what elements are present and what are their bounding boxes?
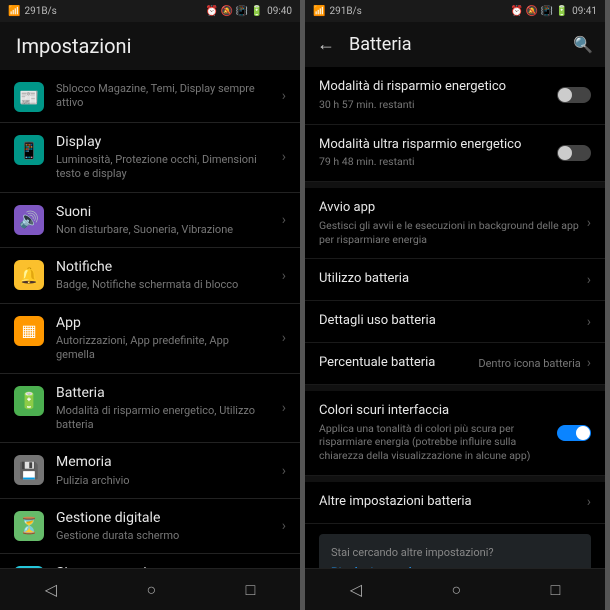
toggle-switch[interactable]	[557, 425, 591, 441]
row-title: Colori scuri interfaccia	[319, 403, 557, 420]
settings-item-battery[interactable]: 🔋 Batteria Modalità di risparmio energet…	[0, 374, 300, 444]
storage-icon: 💾	[14, 455, 44, 485]
page-title: Impostazioni	[16, 34, 284, 58]
settings-item-magazine[interactable]: 📰 Sblocco Magazine, Temi, Display sempre…	[0, 70, 300, 123]
item-subtitle: Sblocco Magazine, Temi, Display sempre a…	[56, 82, 270, 111]
chevron-right-icon: ›	[587, 215, 591, 231]
row-title: Utilizzo batteria	[319, 271, 587, 288]
status-icons: ⏰ 🔕 📳 🔋	[511, 6, 568, 17]
page-title: Batteria	[349, 34, 559, 55]
chevron-right-icon: ›	[282, 212, 286, 228]
settings-item-display[interactable]: 📱 Display Luminosità, Protezione occhi, …	[0, 123, 300, 193]
clock: 09:40	[267, 6, 292, 17]
row-title: Dettagli uso batteria	[319, 313, 587, 330]
header: ← Batteria 🔍	[305, 22, 605, 67]
status-icons: ⏰ 🔕 📳 🔋	[206, 6, 263, 17]
row-title: Altre impostazioni batteria	[319, 494, 587, 511]
nav-home[interactable]: ○	[451, 580, 461, 600]
battery-row[interactable]: Altre impostazioni batteria ›	[305, 482, 605, 524]
battery-row[interactable]: Percentuale batteria Dentro icona batter…	[305, 343, 605, 385]
item-title: Batteria	[56, 384, 270, 402]
item-title: Suoni	[56, 203, 270, 221]
settings-list[interactable]: 📰 Sblocco Magazine, Temi, Display sempre…	[0, 70, 300, 568]
battery-row[interactable]: Colori scuri interfaccia Applica una ton…	[305, 391, 605, 476]
item-subtitle: Badge, Notifiche schermata di blocco	[56, 278, 270, 292]
hint-title: Stai cercando altre impostazioni?	[331, 546, 579, 559]
item-title: Gestione digitale	[56, 509, 270, 527]
nav-home[interactable]: ○	[146, 580, 156, 600]
digital-icon: ⏳	[14, 511, 44, 541]
nav-bar: ◁ ○ □	[0, 568, 300, 610]
row-title: Percentuale batteria	[319, 355, 478, 372]
battery-row[interactable]: Modalità ultra risparmio energetico 79 h…	[305, 125, 605, 183]
item-subtitle: Pulizia archivio	[56, 474, 270, 488]
toggle-switch[interactable]	[557, 87, 591, 103]
chevron-right-icon: ›	[282, 463, 286, 479]
signal-icon: 📶	[8, 6, 20, 17]
nav-recent[interactable]: □	[246, 580, 256, 600]
item-title: Display	[56, 133, 270, 151]
settings-item-notif[interactable]: 🔔 Notifiche Badge, Notifiche schermata d…	[0, 248, 300, 303]
chevron-right-icon: ›	[587, 355, 591, 371]
battery-list[interactable]: Modalità di risparmio energetico 30 h 57…	[305, 67, 605, 568]
chevron-right-icon: ›	[587, 314, 591, 330]
nav-bar: ◁ ○ □	[305, 568, 605, 610]
settings-item-storage[interactable]: 💾 Memoria Pulizia archivio ›	[0, 443, 300, 498]
chevron-right-icon: ›	[282, 268, 286, 284]
item-subtitle: Luminosità, Protezione occhi, Dimensioni…	[56, 153, 270, 182]
nav-back[interactable]: ◁	[45, 580, 57, 599]
net-speed: 291B/s	[329, 6, 361, 17]
settings-item-sound[interactable]: 🔊 Suoni Non disturbare, Suoneria, Vibraz…	[0, 193, 300, 248]
battery-row[interactable]: Avvio app Gestisci gli avvii e le esecuz…	[305, 188, 605, 259]
item-title: Notifiche	[56, 258, 270, 276]
status-bar: 📶 291B/s ⏰ 🔕 📳 🔋 09:41	[305, 0, 605, 22]
row-subtitle: 79 h 48 min. restanti	[319, 155, 557, 169]
back-button[interactable]: ←	[317, 34, 335, 55]
settings-item-security[interactable]: 🛡 Sicurezza e privacy Riconoscimento del…	[0, 554, 300, 568]
item-title: Memoria	[56, 453, 270, 471]
hint-box: Stai cercando altre impostazioni? Risolu…	[319, 534, 591, 568]
row-value: Dentro icona batteria	[478, 357, 580, 370]
row-subtitle: Gestisci gli avvii e le esecuzioni in ba…	[319, 219, 587, 246]
magazine-icon: 📰	[14, 82, 44, 112]
settings-item-digital[interactable]: ⏳ Gestione digitale Gestione durata sche…	[0, 499, 300, 554]
nav-back[interactable]: ◁	[350, 580, 362, 599]
header: Impostazioni	[0, 22, 300, 70]
display-icon: 📱	[14, 135, 44, 165]
row-subtitle: 30 h 57 min. restanti	[319, 98, 557, 112]
item-subtitle: Autorizzazioni, App predefinite, App gem…	[56, 334, 270, 363]
nav-recent[interactable]: □	[551, 580, 561, 600]
chevron-right-icon: ›	[282, 518, 286, 534]
row-title: Modalità ultra risparmio energetico	[319, 137, 557, 154]
row-title: Modalità di risparmio energetico	[319, 79, 557, 96]
notif-icon: 🔔	[14, 260, 44, 290]
battery-screen: 📶 291B/s ⏰ 🔕 📳 🔋 09:41 ← Batteria 🔍 Moda…	[305, 0, 605, 610]
chevron-right-icon: ›	[587, 272, 591, 288]
settings-screen: 📶 291B/s ⏰ 🔕 📳 🔋 09:40 Impostazioni 📰 Sb…	[0, 0, 300, 610]
search-button[interactable]: 🔍	[573, 35, 593, 54]
signal-icon: 📶	[313, 6, 325, 17]
battery-row[interactable]: Dettagli uso batteria ›	[305, 301, 605, 343]
net-speed: 291B/s	[24, 6, 56, 17]
status-bar: 📶 291B/s ⏰ 🔕 📳 🔋 09:40	[0, 0, 300, 22]
chevron-right-icon: ›	[282, 88, 286, 104]
chevron-right-icon: ›	[282, 149, 286, 165]
sound-icon: 🔊	[14, 205, 44, 235]
chevron-right-icon: ›	[282, 330, 286, 346]
row-subtitle: Applica una tonalità di colori più scura…	[319, 422, 557, 463]
clock: 09:41	[572, 6, 597, 17]
row-title: Avvio app	[319, 200, 587, 217]
battery-row[interactable]: Utilizzo batteria ›	[305, 259, 605, 301]
app-icon: ▦	[14, 316, 44, 346]
item-subtitle: Non disturbare, Suoneria, Vibrazione	[56, 223, 270, 237]
item-title: App	[56, 314, 270, 332]
settings-item-app[interactable]: ▦ App Autorizzazioni, App predefinite, A…	[0, 304, 300, 374]
chevron-right-icon: ›	[587, 494, 591, 510]
battery-icon: 🔋	[14, 386, 44, 416]
toggle-switch[interactable]	[557, 145, 591, 161]
item-subtitle: Modalità di risparmio energetico, Utiliz…	[56, 404, 270, 433]
item-subtitle: Gestione durata schermo	[56, 529, 270, 543]
chevron-right-icon: ›	[282, 400, 286, 416]
battery-row[interactable]: Modalità di risparmio energetico 30 h 57…	[305, 67, 605, 125]
